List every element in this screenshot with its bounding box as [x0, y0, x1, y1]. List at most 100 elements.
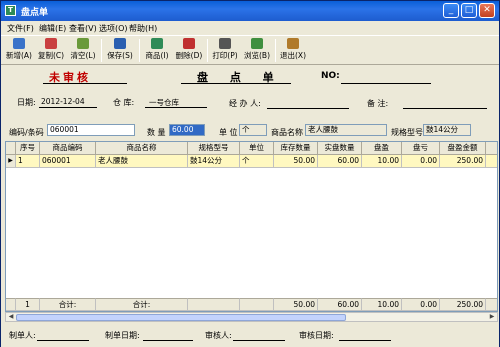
col-loss[interactable]: 盘亏	[402, 142, 440, 155]
handler-label: 经 办 人:	[229, 99, 261, 108]
product-name-label: 商品名称	[271, 128, 303, 137]
quantity-input[interactable]: 60.00	[169, 124, 205, 136]
scroll-left-icon[interactable]: ◀	[6, 313, 16, 321]
cell-loss[interactable]: 0.00	[402, 155, 440, 168]
cell-seq[interactable]: 1	[16, 155, 40, 168]
remark-field[interactable]	[403, 108, 487, 109]
close-button[interactable]: ✕	[479, 3, 495, 18]
date-field[interactable]: 2012-12-04	[41, 97, 85, 106]
make-date-field[interactable]	[143, 340, 193, 341]
app-icon: T	[5, 5, 16, 16]
audit-date-field[interactable]	[339, 340, 391, 341]
col-gain[interactable]: 盘盈	[362, 142, 402, 155]
footer-corner	[6, 298, 16, 311]
total-label: 合计:	[40, 298, 96, 311]
cell-actual[interactable]: 60.00	[318, 155, 362, 168]
spec-input[interactable]: 鼓14公分	[423, 124, 471, 136]
menu-edit[interactable]: 编辑(E)	[39, 23, 66, 34]
col-seq[interactable]: 序号	[16, 142, 40, 155]
remark-label: 备 注:	[367, 99, 389, 108]
status-underline	[43, 83, 127, 84]
save-icon	[114, 38, 126, 49]
handler-field[interactable]	[267, 108, 349, 109]
total-unit	[240, 298, 274, 311]
exit-icon	[287, 38, 299, 49]
scroll-right-icon[interactable]: ▶	[487, 313, 497, 321]
total-gain: 10.00	[362, 298, 402, 311]
browse-button[interactable]: 浏览(B)	[243, 37, 271, 64]
delete-button-label: 删除(D)	[175, 51, 203, 60]
col-name[interactable]: 商品名称	[96, 142, 188, 155]
product-name-input[interactable]: 老人腰鼓	[305, 124, 387, 136]
col-loss-amount[interactable]: 盘亏	[486, 142, 497, 155]
cell-code[interactable]: 060001	[40, 155, 96, 168]
grid-header-row: 序号 商品编码 商品名称 规格型号 单位 库存数量 实盘数量 盘盈 盘亏 盘盈金…	[6, 142, 497, 155]
new-doc-icon	[13, 38, 25, 49]
toolbar: 新增(A) 复制(C) 清空(L) 保存(S) 商品(I) 删除(D) 打印(P…	[1, 35, 499, 65]
save-button[interactable]: 保存(S)	[105, 37, 135, 64]
total-loss-amount	[486, 298, 497, 311]
clear-button[interactable]: 清空(L)	[69, 37, 97, 64]
delete-button[interactable]: 删除(D)	[175, 37, 203, 64]
window-title: 盘点单	[21, 8, 49, 18]
warehouse-label: 仓 库:	[113, 98, 135, 107]
unit-input[interactable]: 个	[239, 124, 267, 136]
minimize-button[interactable]: _	[443, 3, 459, 18]
signature-bar: 制单人: 制单日期: 审核人: 审核日期:	[1, 323, 499, 347]
cell-unit[interactable]: 个	[240, 155, 274, 168]
barcode-input[interactable]: 060001	[47, 124, 135, 136]
title-bar[interactable]: T 盘点单 _ □ ✕	[1, 1, 499, 21]
quantity-label: 数 量	[147, 128, 166, 137]
auditor-field[interactable]	[233, 340, 285, 341]
new-button[interactable]: 新增(A)	[5, 37, 33, 64]
col-unit[interactable]: 单位	[240, 142, 274, 155]
col-gain-amount[interactable]: 盘盈金额	[440, 142, 486, 155]
menu-help[interactable]: 帮助(H)	[129, 23, 157, 34]
browse-button-label: 浏览(B)	[244, 51, 270, 60]
barcode-label: 编码/条码	[9, 128, 44, 137]
clear-icon	[77, 38, 89, 49]
col-actual[interactable]: 实盘数量	[318, 142, 362, 155]
toolbar-separator	[275, 39, 276, 62]
date-underline	[39, 107, 97, 108]
cell-spec[interactable]: 鼓14公分	[188, 155, 240, 168]
horizontal-scrollbar[interactable]: ◀ ▶	[5, 312, 498, 322]
cell-gain[interactable]: 10.00	[362, 155, 402, 168]
toolbar-separator	[139, 39, 140, 62]
cell-gain-amount[interactable]: 250.00	[440, 155, 486, 168]
product-icon	[151, 38, 163, 49]
totals-row: 1 合计: 合计: 50.00 60.00 10.00 0.00 250.00	[6, 298, 497, 311]
cell-loss-amount[interactable]	[486, 155, 497, 168]
scrollbar-thumb[interactable]	[16, 314, 346, 321]
doc-number-label: NO:	[321, 71, 340, 81]
total-loss: 0.00	[402, 298, 440, 311]
audit-date-label: 审核日期:	[299, 331, 334, 340]
cell-stock[interactable]: 50.00	[274, 155, 318, 168]
menu-view[interactable]: 查看(V)	[69, 23, 97, 34]
maximize-button[interactable]: □	[461, 3, 477, 18]
product-button[interactable]: 商品(I)	[143, 37, 171, 64]
col-code[interactable]: 商品编码	[40, 142, 96, 155]
maker-label: 制单人:	[9, 331, 36, 340]
table-row[interactable]: ▶ 1 060001 老人腰鼓 鼓14公分 个 50.00 60.00 10.0…	[6, 155, 497, 168]
copy-button[interactable]: 复制(C)	[37, 37, 65, 64]
spec-label: 规格型号	[391, 128, 423, 137]
col-stock[interactable]: 库存数量	[274, 142, 318, 155]
title-underline	[181, 83, 291, 84]
date-label: 日期:	[17, 98, 36, 107]
print-button[interactable]: 打印(P)	[211, 37, 239, 64]
inventory-grid: 序号 商品编码 商品名称 规格型号 单位 库存数量 实盘数量 盘盈 盘亏 盘盈金…	[5, 141, 498, 312]
exit-button-label: 退出(X)	[280, 51, 306, 60]
doc-number-field[interactable]	[341, 83, 431, 84]
cell-name[interactable]: 老人腰鼓	[96, 155, 188, 168]
menu-options[interactable]: 选项(O)	[99, 23, 128, 34]
auditor-label: 审核人:	[205, 331, 232, 340]
total-label-2: 合计:	[96, 298, 188, 311]
menu-file[interactable]: 文件(F)	[7, 23, 34, 34]
col-spec[interactable]: 规格型号	[188, 142, 240, 155]
total-count: 1	[16, 298, 40, 311]
exit-button[interactable]: 退出(X)	[279, 37, 307, 64]
menu-bar: 文件(F) 编辑(E) 查看(V) 选项(O) 帮助(H)	[1, 21, 499, 35]
delete-icon	[183, 38, 195, 49]
maker-field[interactable]	[37, 340, 89, 341]
